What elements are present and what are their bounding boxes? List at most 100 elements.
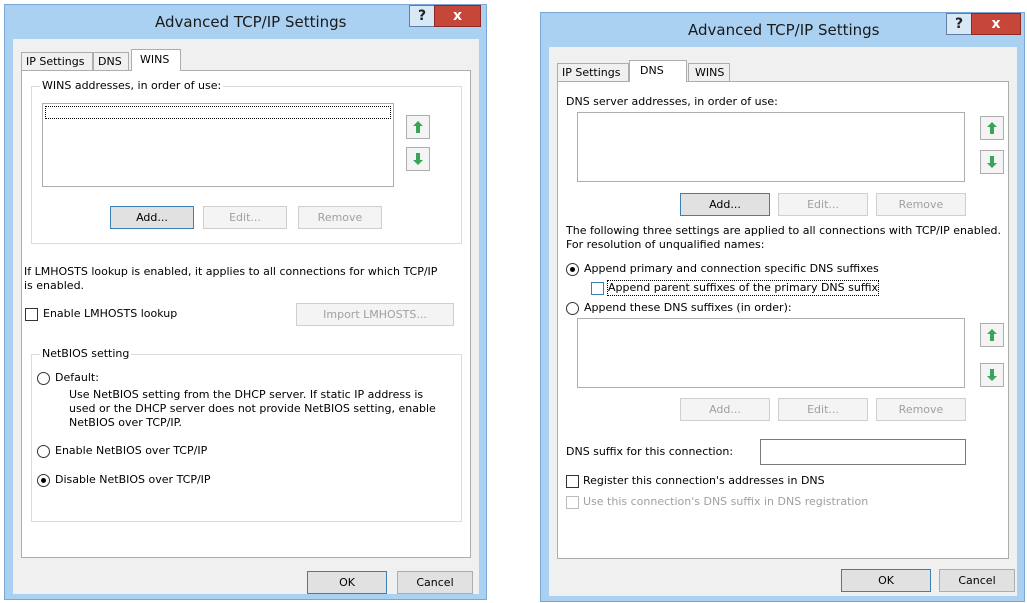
remove-wins-button[interactable]: Remove bbox=[298, 206, 382, 229]
dns-dialog-window: Advanced TCP/IP Settings ? x IP Settings… bbox=[540, 12, 1025, 602]
dialog-client-area: IP Settings DNS WINS DNS server addresse… bbox=[549, 47, 1017, 596]
button-label: Remove bbox=[898, 198, 944, 211]
cancel-button[interactable]: Cancel bbox=[939, 569, 1015, 592]
help-icon: ? bbox=[954, 16, 964, 32]
help-button[interactable]: ? bbox=[946, 13, 972, 35]
move-up-button[interactable] bbox=[406, 115, 430, 139]
button-label: Edit... bbox=[807, 403, 839, 416]
use-suffix-checkbox[interactable] bbox=[566, 496, 579, 509]
cancel-button[interactable]: Cancel bbox=[397, 571, 473, 594]
register-dns-label[interactable]: Register this connection's addresses in … bbox=[583, 474, 825, 488]
move-up-arrow-icon bbox=[987, 329, 997, 341]
title-bar[interactable]: Advanced TCP/IP Settings ? x bbox=[5, 5, 486, 39]
tab-label: DNS bbox=[98, 55, 122, 68]
enable-netbios-label[interactable]: Enable NetBIOS over TCP/IP bbox=[55, 444, 207, 458]
window-title: Advanced TCP/IP Settings bbox=[155, 13, 347, 31]
ok-button[interactable]: OK bbox=[841, 569, 931, 592]
button-label: OK bbox=[339, 576, 355, 589]
edit-suffix-button[interactable]: Edit... bbox=[778, 398, 868, 421]
tab-label: IP Settings bbox=[562, 66, 621, 79]
button-label: Import LMHOSTS... bbox=[323, 308, 427, 321]
dns-servers-label: DNS server addresses, in order of use: bbox=[566, 95, 778, 108]
append-these-label[interactable]: Append these DNS suffixes (in order): bbox=[584, 301, 792, 315]
tab-label: IP Settings bbox=[26, 55, 85, 68]
tab-label: WINS bbox=[695, 66, 725, 79]
enable-lmhosts-checkbox[interactable] bbox=[25, 308, 38, 321]
wins-address-list[interactable] bbox=[42, 103, 394, 187]
move-down-arrow-icon bbox=[987, 369, 997, 381]
dialog-client-area: IP Settings DNS WINS WINS addresses, in … bbox=[13, 39, 479, 594]
edit-dns-server-button[interactable]: Edit... bbox=[778, 193, 868, 216]
disable-netbios-label[interactable]: Disable NetBIOS over TCP/IP bbox=[55, 473, 211, 487]
wins-dialog-window: Advanced TCP/IP Settings ? x IP Settings… bbox=[4, 4, 487, 600]
enable-netbios-radio[interactable] bbox=[37, 445, 50, 458]
tab-dns[interactable]: DNS bbox=[93, 52, 129, 70]
dns-settings-info-text: The following three settings are applied… bbox=[566, 224, 1002, 251]
tab-wins[interactable]: WINS bbox=[688, 63, 730, 81]
dns-suffix-input[interactable] bbox=[760, 439, 966, 465]
wins-addresses-label: WINS addresses, in order of use: bbox=[40, 79, 224, 92]
remove-dns-server-button[interactable]: Remove bbox=[876, 193, 966, 216]
wins-list-focus-row bbox=[45, 106, 391, 119]
suffix-move-up-button[interactable] bbox=[980, 323, 1004, 347]
netbios-default-label[interactable]: Default: bbox=[55, 371, 99, 385]
close-button[interactable]: x bbox=[971, 13, 1021, 35]
enable-lmhosts-label[interactable]: Enable LMHOSTS lookup bbox=[43, 307, 177, 321]
disable-netbios-radio[interactable] bbox=[37, 474, 50, 487]
append-parent-label[interactable]: Append parent suffixes of the primary DN… bbox=[607, 280, 879, 296]
tab-label: DNS bbox=[640, 64, 664, 77]
netbios-default-radio[interactable] bbox=[37, 372, 50, 385]
tab-dns[interactable]: DNS bbox=[629, 60, 687, 82]
move-down-arrow-icon bbox=[987, 156, 997, 168]
move-up-arrow-icon bbox=[413, 121, 423, 133]
tab-wins[interactable]: WINS bbox=[131, 49, 181, 71]
lmhosts-info-text: If LMHOSTS lookup is enabled, it applies… bbox=[24, 265, 438, 292]
window-title: Advanced TCP/IP Settings bbox=[688, 21, 880, 39]
netbios-setting-label: NetBIOS setting bbox=[40, 347, 132, 360]
append-primary-radio[interactable] bbox=[566, 263, 579, 276]
dns-suffix-list[interactable] bbox=[577, 318, 965, 388]
edit-wins-button[interactable]: Edit... bbox=[203, 206, 287, 229]
netbios-default-description: Use NetBIOS setting from the DHCP server… bbox=[69, 388, 436, 429]
register-dns-checkbox[interactable] bbox=[566, 475, 579, 488]
ok-button[interactable]: OK bbox=[307, 571, 387, 594]
move-down-button[interactable] bbox=[980, 150, 1004, 174]
dns-suffix-label: DNS suffix for this connection: bbox=[566, 445, 734, 458]
title-bar[interactable]: Advanced TCP/IP Settings ? x bbox=[541, 13, 1024, 47]
append-primary-label[interactable]: Append primary and connection specific D… bbox=[584, 262, 879, 276]
append-parent-checkbox[interactable] bbox=[591, 282, 604, 295]
move-down-arrow-icon bbox=[413, 153, 423, 165]
tab-ip-settings[interactable]: IP Settings bbox=[21, 52, 93, 70]
button-label: Remove bbox=[898, 403, 944, 416]
import-lmhosts-button[interactable]: Import LMHOSTS... bbox=[296, 303, 454, 326]
tab-label: WINS bbox=[140, 53, 170, 66]
use-suffix-label[interactable]: Use this connection's DNS suffix in DNS … bbox=[583, 495, 868, 509]
button-label: Edit... bbox=[229, 211, 261, 224]
move-up-button[interactable] bbox=[980, 116, 1004, 140]
help-icon: ? bbox=[417, 8, 427, 24]
button-label: Cancel bbox=[416, 576, 454, 589]
dns-tab-panel: DNS server addresses, in order of use: A… bbox=[557, 81, 1009, 559]
add-dns-server-button[interactable]: Add... bbox=[680, 193, 770, 216]
button-label: Add... bbox=[709, 198, 741, 211]
wins-tab-panel: WINS addresses, in order of use: Add... … bbox=[21, 70, 471, 558]
move-down-button[interactable] bbox=[406, 147, 430, 171]
button-label: OK bbox=[878, 574, 894, 587]
button-label: Edit... bbox=[807, 198, 839, 211]
suffix-move-down-button[interactable] bbox=[980, 363, 1004, 387]
button-label: Add... bbox=[709, 403, 741, 416]
button-label: Remove bbox=[317, 211, 363, 224]
button-label: Add... bbox=[136, 211, 168, 224]
remove-suffix-button[interactable]: Remove bbox=[876, 398, 966, 421]
add-suffix-button[interactable]: Add... bbox=[680, 398, 770, 421]
tab-ip-settings[interactable]: IP Settings bbox=[557, 63, 629, 81]
close-button[interactable]: x bbox=[434, 5, 481, 27]
close-icon: x bbox=[452, 8, 463, 24]
dns-server-list[interactable] bbox=[577, 112, 965, 182]
move-up-arrow-icon bbox=[987, 122, 997, 134]
add-wins-button[interactable]: Add... bbox=[110, 206, 194, 229]
help-button[interactable]: ? bbox=[409, 5, 435, 27]
close-icon: x bbox=[991, 16, 1001, 32]
button-label: Cancel bbox=[958, 574, 996, 587]
append-these-radio[interactable] bbox=[566, 302, 579, 315]
